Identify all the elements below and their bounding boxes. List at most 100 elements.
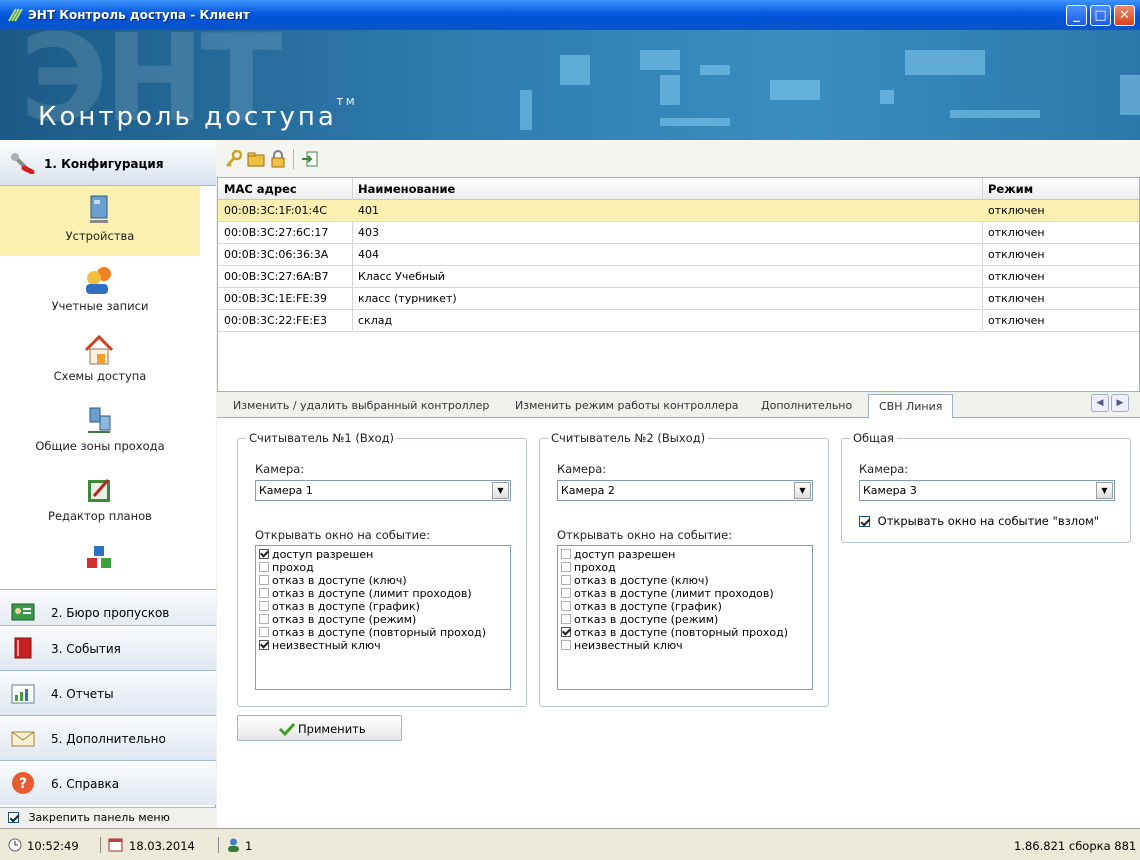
tab-svn-line[interactable]: СВН Линия: [868, 394, 954, 419]
nav-section-events[interactable]: 3. События: [0, 625, 216, 670]
column-header-name[interactable]: Наименование: [358, 182, 455, 196]
nav-item-accounts[interactable]: Учетные записи: [0, 256, 200, 326]
event-item[interactable]: отказ в доступе (повторный проход): [561, 626, 809, 639]
event-checkbox[interactable]: [561, 549, 571, 559]
table-row[interactable]: 00:0B:3C:1F:01:4C 401 отключен: [218, 200, 1139, 222]
title-bar[interactable]: ЭНТ Контроль доступа - Клиент _ □ ✕: [0, 0, 1140, 30]
table-row[interactable]: 00:0B:3C:1E:FE:39 класс (турникет) отклю…: [218, 288, 1139, 310]
event-item[interactable]: неизвестный ключ: [561, 639, 809, 652]
apply-button[interactable]: Применить: [237, 715, 402, 741]
event-checkbox[interactable]: [561, 601, 571, 611]
table-row[interactable]: 00:0B:3C:06:36:3A 404 отключен: [218, 244, 1139, 266]
import-icon[interactable]: [301, 150, 319, 168]
close-button[interactable]: ✕: [1114, 5, 1135, 26]
cell-mode: отключен: [988, 292, 1045, 305]
event-item[interactable]: отказ в доступе (повторный проход): [259, 626, 507, 639]
event-item[interactable]: доступ разрешен: [259, 548, 507, 561]
event-label: проход: [272, 561, 314, 574]
banner-pixel: [660, 75, 680, 105]
event-item[interactable]: доступ разрешен: [561, 548, 809, 561]
tab-controller-mode[interactable]: Изменить режим работы контроллера: [515, 399, 739, 412]
reader2-events-list: доступ разрешен проход отказ в доступе (…: [557, 545, 813, 690]
event-item[interactable]: отказ в доступе (лимит проходов): [259, 587, 507, 600]
nav-section-additional[interactable]: 5. Дополнительно: [0, 715, 216, 760]
table-row[interactable]: 00:0B:3C:27:6C:17 403 отключен: [218, 222, 1139, 244]
event-checkbox[interactable]: [259, 588, 269, 598]
reader2-events-label: Открывать окно на событие:: [557, 528, 733, 542]
event-checkbox[interactable]: [561, 640, 571, 650]
tab-additional[interactable]: Дополнительно: [761, 399, 852, 412]
column-header-mac[interactable]: MAC адрес: [224, 182, 297, 196]
event-item[interactable]: отказ в доступе (режим): [259, 613, 507, 626]
tab-edit-controller[interactable]: Изменить / удалить выбранный контроллер: [233, 399, 489, 412]
toolbar: [217, 140, 1140, 177]
key-icon[interactable]: [225, 150, 243, 168]
table-row[interactable]: 00:0B:3C:22:FE:E3 склад отключен: [218, 310, 1139, 332]
banner-pixel: [1120, 75, 1140, 115]
event-checkbox[interactable]: [259, 601, 269, 611]
event-item[interactable]: проход: [259, 561, 507, 574]
nav-item-more[interactable]: [0, 536, 200, 589]
reader2-camera-select[interactable]: Камера 2 ▼: [557, 480, 813, 501]
pin-menu-checkbox[interactable]: [8, 812, 19, 823]
event-checkbox[interactable]: [561, 588, 571, 598]
event-checkbox[interactable]: [561, 614, 571, 624]
id-card-icon: [11, 603, 35, 621]
house-icon: [84, 334, 114, 365]
event-item[interactable]: отказ в доступе (лимит проходов): [561, 587, 809, 600]
event-item[interactable]: отказ в доступе (ключ): [561, 574, 809, 587]
common-title: Общая: [853, 431, 894, 445]
event-checkbox[interactable]: [561, 562, 571, 572]
nav-item-devices[interactable]: Устройства: [0, 186, 200, 256]
apply-label: Применить: [298, 722, 366, 736]
event-checkbox[interactable]: [259, 575, 269, 585]
reader2-camera-label: Камера:: [557, 462, 607, 476]
nav-section-help[interactable]: ? 6. Справка: [0, 760, 216, 805]
event-checkbox[interactable]: [259, 627, 269, 637]
event-checkbox[interactable]: [561, 575, 571, 585]
event-checkbox[interactable]: [259, 614, 269, 624]
dropdown-arrow-icon[interactable]: ▼: [1096, 482, 1113, 499]
reader1-events-label: Открывать окно на событие:: [255, 528, 431, 542]
nav-item-access-schemes[interactable]: Схемы доступа: [0, 326, 200, 396]
lock-icon[interactable]: [269, 150, 287, 168]
event-label: доступ разрешен: [574, 548, 676, 561]
status-separator: [100, 837, 101, 853]
tab-scroll-left-button[interactable]: ◀: [1091, 394, 1109, 412]
nav-item-plan-editor[interactable]: Редактор планов: [0, 466, 200, 536]
event-checkbox[interactable]: [259, 549, 269, 559]
cell-name: 403: [358, 226, 379, 239]
nav-item-common-zones[interactable]: Общие зоны прохода: [0, 396, 200, 466]
trademark: TM: [336, 97, 358, 109]
status-date: 18.03.2014: [129, 839, 195, 853]
reader1-camera-select[interactable]: Камера 1 ▼: [255, 480, 511, 501]
folder-key-icon[interactable]: [247, 150, 265, 168]
column-header-mode[interactable]: Режим: [988, 182, 1033, 196]
dropdown-arrow-icon[interactable]: ▼: [794, 482, 811, 499]
event-item[interactable]: отказ в доступе (режим): [561, 613, 809, 626]
user-icon: [228, 838, 239, 852]
maximize-button[interactable]: □: [1090, 5, 1111, 26]
event-item[interactable]: отказ в доступе (ключ): [259, 574, 507, 587]
event-checkbox[interactable]: [259, 562, 269, 572]
status-bar: 10:52:49 18.03.2014 1 1.86.821 сборка 88…: [0, 828, 1140, 860]
event-item[interactable]: проход: [561, 561, 809, 574]
nav-section-reports[interactable]: 4. Отчеты: [0, 670, 216, 715]
book-icon: [14, 637, 32, 659]
breakin-option[interactable]: Открывать окно на событие "взлом": [859, 514, 1099, 528]
tab-scroll-right-button[interactable]: ▶: [1111, 394, 1129, 412]
event-item[interactable]: отказ в доступе (график): [561, 600, 809, 613]
dropdown-arrow-icon[interactable]: ▼: [492, 482, 509, 499]
breakin-checkbox[interactable]: [859, 516, 870, 527]
users-icon: [86, 267, 111, 294]
pin-menu-panel[interactable]: Закрепить панель меню: [0, 807, 216, 828]
event-checkbox[interactable]: [561, 627, 571, 637]
table-row[interactable]: 00:0B:3C:27:6A:B7 Класс Учебный отключен: [218, 266, 1139, 288]
event-item[interactable]: неизвестный ключ: [259, 639, 507, 652]
event-checkbox[interactable]: [259, 640, 269, 650]
minimize-button[interactable]: _: [1066, 5, 1087, 26]
common-camera-select[interactable]: Камера 3 ▼: [859, 480, 1115, 501]
nav-section-configuration[interactable]: 1. Конфигурация: [0, 140, 216, 186]
event-item[interactable]: отказ в доступе (график): [259, 600, 507, 613]
status-users: 1: [245, 839, 253, 853]
